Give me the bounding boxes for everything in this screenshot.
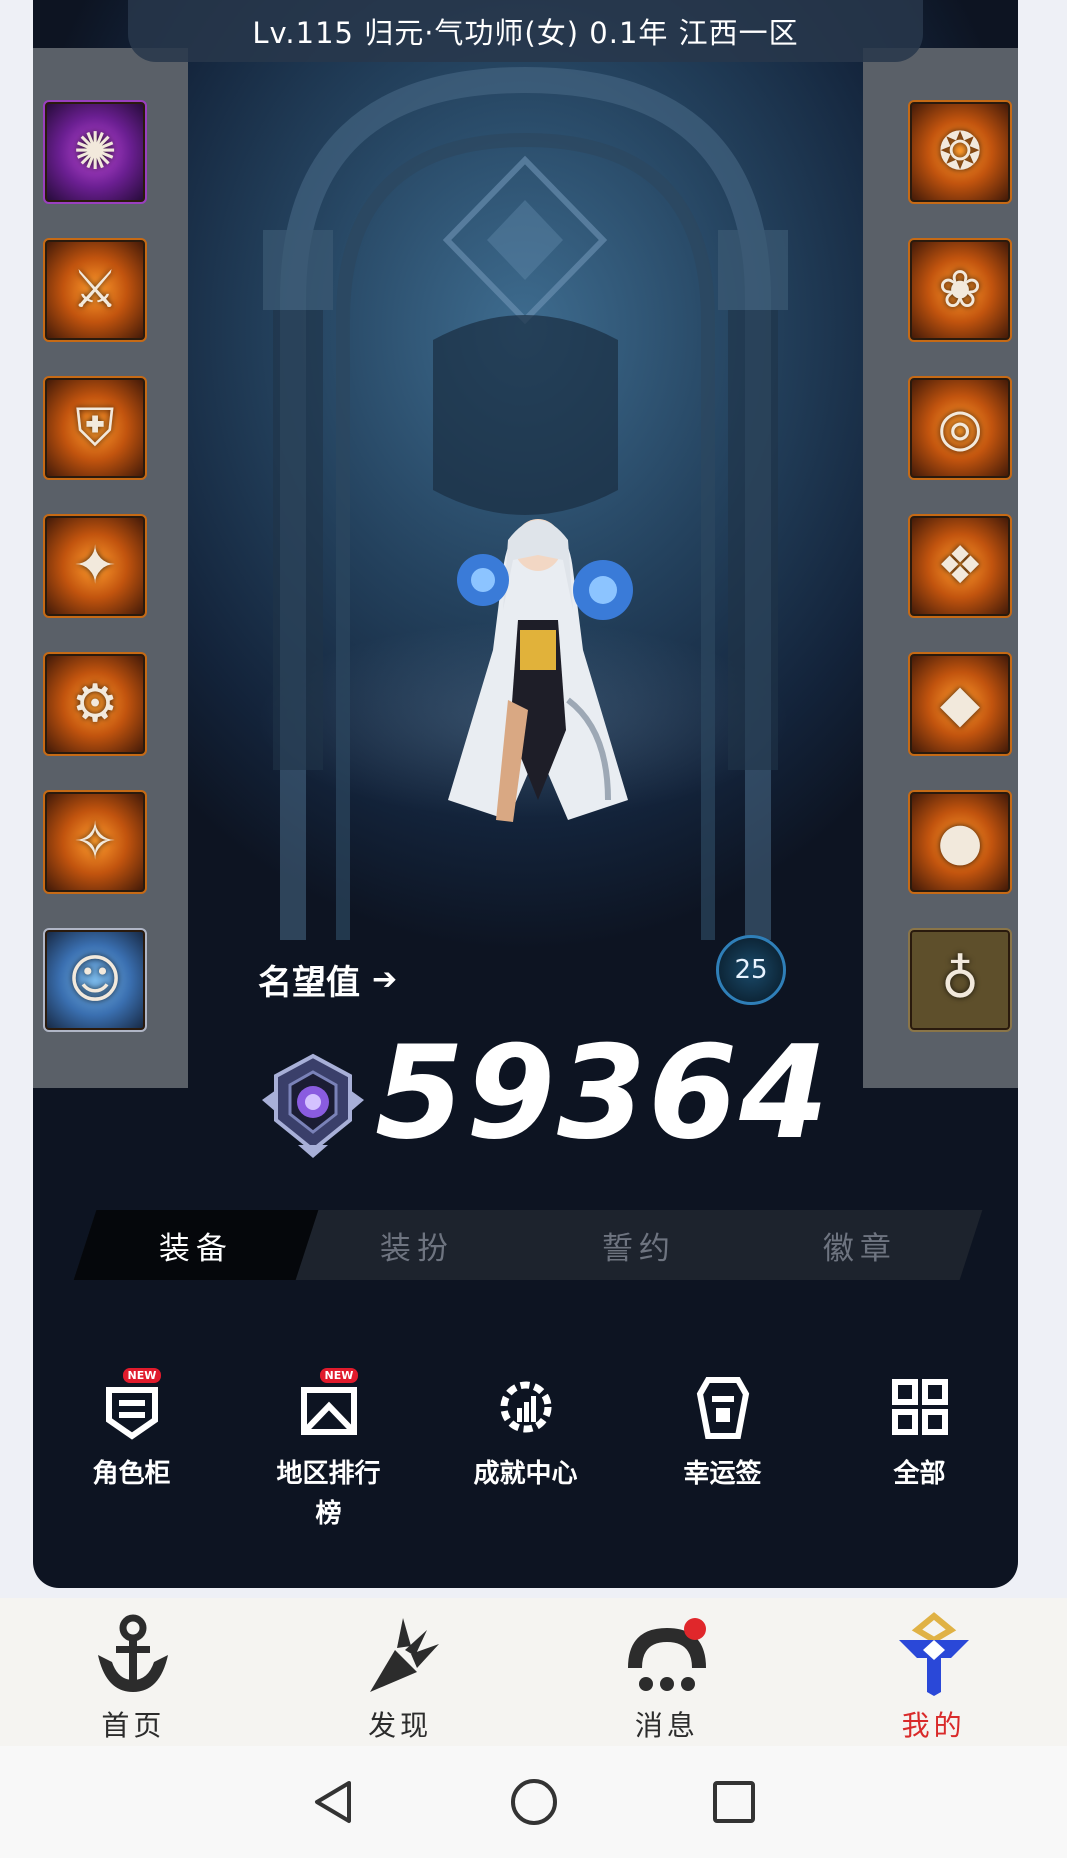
achievement-icon: [500, 1381, 551, 1433]
equip-slot-pet[interactable]: ☺: [43, 928, 147, 1032]
fame-emblem-icon: [262, 1053, 364, 1158]
anchor-home-icon: [98, 1614, 169, 1692]
nav-label: 消息: [634, 1709, 699, 1742]
character-title-bar: Lv.115 归元·气功师(女) 0.1年 江西一区: [128, 0, 923, 62]
fame-value: 59364: [375, 1019, 831, 1168]
equip-slot-title[interactable]: ♁: [908, 928, 1012, 1032]
equip-slot-shoulder[interactable]: ⚔: [43, 238, 147, 342]
new-badge: NEW: [122, 1368, 162, 1383]
shortcut-row: NEW 角色柜 NEW 地区排行榜 成就中心 幸运签 全部: [33, 1368, 1018, 1534]
level-badge[interactable]: 25: [716, 935, 786, 1005]
magic-stone-icon: ◆: [940, 674, 980, 734]
equipment-tabs: 装备 装扮 誓约 徽章: [73, 1210, 983, 1280]
arrow-right-icon: ➔: [372, 962, 398, 997]
belt-icon: ⚙: [71, 674, 119, 734]
shortcut-label: 幸运签: [683, 1459, 762, 1489]
nav-discover[interactable]: 发现: [267, 1598, 534, 1746]
shortcut-label: 全部: [893, 1459, 946, 1489]
shortcut-label: 地区排行榜: [276, 1459, 381, 1529]
equip-slot-earring[interactable]: ●: [908, 790, 1012, 894]
discover-icon: [370, 1618, 440, 1692]
unread-dot: [683, 1618, 706, 1640]
boots-icon: ✧: [73, 812, 117, 872]
shortcut-lucky-draw[interactable]: 幸运签: [638, 1370, 808, 1534]
profile-emblem-icon: [898, 1612, 969, 1696]
earring-icon: ●: [937, 812, 983, 872]
nav-label: 首页: [101, 1709, 166, 1742]
pet-portrait-icon: ☺: [67, 950, 123, 1010]
leg-armor-icon: ✦: [73, 536, 117, 596]
sub-equipment-icon: ❖: [936, 536, 984, 596]
equip-slot-belt[interactable]: ⚙: [43, 652, 147, 756]
equip-slot-ring[interactable]: ◎: [908, 376, 1012, 480]
new-badge: NEW: [319, 1368, 359, 1383]
tab-costume-label: 装扮: [380, 1230, 455, 1267]
nav-label: 发现: [368, 1709, 433, 1742]
weapon-orb-icon: ✺: [73, 122, 117, 182]
bracelet-icon: ❂: [938, 122, 982, 182]
chest-armor-icon: ⛨: [75, 398, 115, 458]
level-badge-value: 25: [734, 955, 768, 985]
shortcut-achievement[interactable]: 成就中心: [441, 1370, 611, 1534]
equip-slot-chest[interactable]: ⛨: [43, 376, 147, 480]
back-icon[interactable]: [309, 1777, 359, 1827]
shortcut-all[interactable]: 全部: [835, 1370, 1005, 1534]
nav-label: 我的: [901, 1709, 966, 1742]
character-sprite[interactable]: [388, 500, 688, 840]
tab-equipment-label: 装备: [158, 1230, 233, 1267]
fame-label: 名望值: [258, 963, 360, 1003]
tab-oath[interactable]: 誓约: [517, 1210, 761, 1280]
shoulder-armor-icon: ⚔: [71, 260, 119, 320]
equip-slot-bracelet[interactable]: ❂: [908, 100, 1012, 204]
tab-equipment[interactable]: 装备: [73, 1210, 318, 1280]
fame-link[interactable]: 名望值 ➔: [258, 955, 397, 1004]
lucky-draw-icon: [696, 1377, 749, 1439]
necklace-icon: ❀: [938, 260, 982, 320]
equip-slot-weapon[interactable]: ✺: [43, 100, 147, 204]
home-icon[interactable]: [509, 1777, 559, 1827]
grid-icon: [891, 1379, 948, 1435]
equip-slot-boots[interactable]: ✧: [43, 790, 147, 894]
ring-icon: ◎: [937, 398, 983, 458]
system-navigation-bar: [0, 1746, 1067, 1858]
nav-home[interactable]: 首页: [0, 1598, 267, 1746]
bottom-navigation: 首页 发现 消息 我的: [0, 1598, 1067, 1746]
recents-icon[interactable]: [709, 1777, 759, 1827]
tab-badge-label: 徽章: [823, 1230, 898, 1267]
tab-oath-label: 誓约: [601, 1230, 676, 1267]
equip-slot-necklace[interactable]: ❀: [908, 238, 1012, 342]
title-slot-icon: ♁: [940, 950, 980, 1010]
equip-slot-sub[interactable]: ❖: [908, 514, 1012, 618]
shortcut-label: 角色柜: [92, 1459, 171, 1489]
character-card: Lv.115 归元·气功师(女) 0.1年 江西一区 ✺ ⚔ ⛨ ✦ ⚙ ✧ ☺…: [33, 0, 1018, 1588]
nav-message[interactable]: 消息: [534, 1598, 801, 1746]
shortcut-label: 成就中心: [473, 1459, 578, 1489]
character-title: Lv.115 归元·气功师(女) 0.1年 江西一区: [252, 16, 799, 50]
shortcut-wardrobe[interactable]: NEW 角色柜: [47, 1368, 217, 1534]
tab-badge[interactable]: 徽章: [738, 1210, 982, 1280]
equip-slot-legs[interactable]: ✦: [43, 514, 147, 618]
nav-profile[interactable]: 我的: [800, 1598, 1067, 1746]
shortcut-ranking[interactable]: NEW 地区排行榜: [244, 1368, 414, 1534]
equip-slot-magic-stone[interactable]: ◆: [908, 652, 1012, 756]
tab-costume[interactable]: 装扮: [295, 1210, 539, 1280]
